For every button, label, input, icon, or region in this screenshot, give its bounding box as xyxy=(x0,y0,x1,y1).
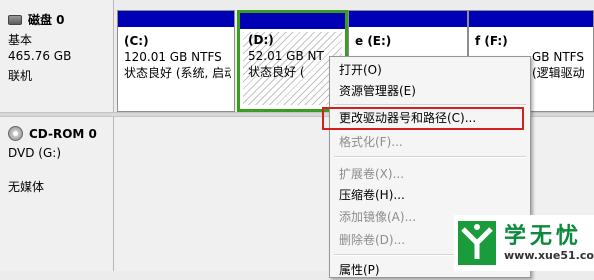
partition-c-status: 状态良好 (系统, 启动 xyxy=(124,66,231,80)
hard-disk-icon xyxy=(8,14,22,25)
cd-rom-icon xyxy=(8,126,23,141)
partition-d-label: (D:) xyxy=(248,33,274,47)
cdrom0-media: 无媒体 xyxy=(8,180,45,194)
menu-separator xyxy=(334,104,526,106)
cdrom0-label-panel[interactable]: CD-ROM 0 DVD (G:) 无媒体 xyxy=(0,117,114,271)
disk0-name: 磁盘 0 xyxy=(28,13,65,27)
menu-separator xyxy=(334,156,526,158)
disk0-status: 联机 xyxy=(8,69,33,83)
menu-item-open[interactable]: 打开(O) xyxy=(339,60,382,80)
partition-d-bar xyxy=(240,13,345,29)
watermark-url: www.xue51.com xyxy=(504,249,594,262)
highlight-annotation xyxy=(322,107,524,130)
partition-c-info: 120.01 GB NTFS xyxy=(124,50,222,64)
menu-item-explorer[interactable]: 资源管理器(E) xyxy=(339,81,416,101)
watermark: 学无忧 www.xue51.com xyxy=(454,215,594,271)
menu-item-shrink-volume[interactable]: 压缩卷(H)... xyxy=(339,185,405,205)
partition-c-bar xyxy=(118,11,234,27)
cdrom0-name: CD-ROM 0 xyxy=(29,126,97,141)
watermark-title: 学无忧 xyxy=(504,224,583,249)
partition-e-bar xyxy=(349,11,467,27)
cdrom0-drive: DVD (G:) xyxy=(8,146,61,160)
partition-f-label: f (F:) xyxy=(475,34,508,48)
menu-item-properties[interactable]: 属性(P) xyxy=(339,260,380,280)
disk0-type: 基本 xyxy=(8,33,33,47)
menu-item-delete-volume[interactable]: 删除卷(D)... xyxy=(339,230,405,250)
partition-d-info: 52.01 GB NT xyxy=(248,49,324,63)
cdrom0-title: CD-ROM 0 xyxy=(8,126,97,141)
disk0-title: 磁盘 0 xyxy=(8,11,65,28)
menu-item-extend-volume[interactable]: 扩展卷(X)... xyxy=(339,164,404,184)
partition-f-bar xyxy=(469,11,593,27)
partition-c[interactable]: (C:) 120.01 GB NTFS 状态良好 (系统, 启动 xyxy=(117,10,235,112)
disk0-size: 465.76 GB xyxy=(8,49,72,63)
partition-c-label: (C:) xyxy=(124,34,149,48)
menu-item-format[interactable]: 格式化(F)... xyxy=(339,132,403,152)
partition-e-label: e (E:) xyxy=(355,34,392,48)
disk0-label-panel[interactable]: 磁盘 0 基本 465.76 GB 联机 xyxy=(0,0,114,112)
menu-item-add-mirror[interactable]: 添加镜像(A)... xyxy=(339,207,416,227)
watermark-logo xyxy=(458,221,496,265)
partition-d-status: 状态良好 ( xyxy=(248,65,305,79)
